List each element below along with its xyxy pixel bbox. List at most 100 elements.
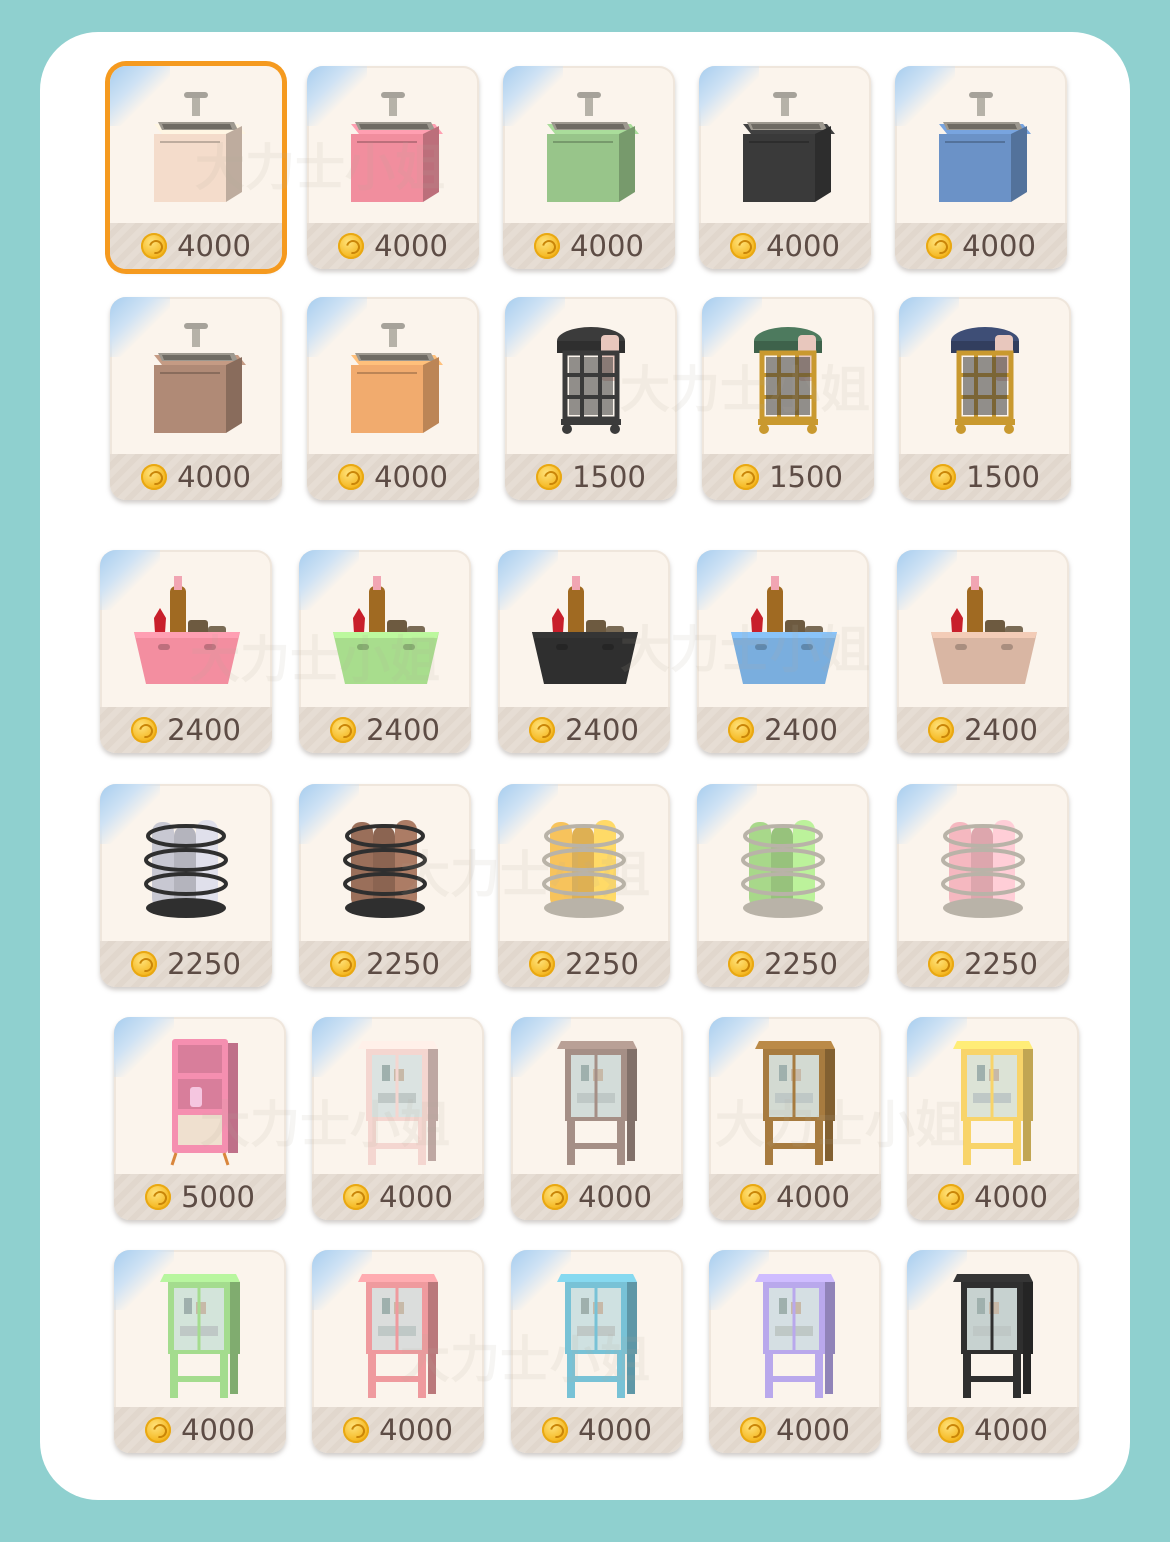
item-price: 2250 bbox=[764, 947, 838, 981]
cabinet-item-icon bbox=[709, 1025, 881, 1175]
item-card[interactable]: 4000 bbox=[907, 1017, 1079, 1220]
price-bar: 4000 bbox=[907, 1174, 1079, 1220]
price-bar: 4000 bbox=[307, 454, 479, 500]
item-card[interactable]: 4000 bbox=[503, 66, 675, 269]
price-bar: 1500 bbox=[505, 454, 677, 500]
sink-item-icon bbox=[110, 305, 282, 455]
price-bar: 4000 bbox=[699, 223, 871, 269]
item-price: 2400 bbox=[764, 713, 838, 747]
hamper-item-icon bbox=[505, 305, 677, 455]
item-card[interactable]: 2400 bbox=[100, 550, 272, 753]
item-card[interactable]: 4000 bbox=[709, 1017, 881, 1220]
item-card[interactable]: 2400 bbox=[299, 550, 471, 753]
item-card[interactable]: 4000 bbox=[511, 1017, 683, 1220]
item-card[interactable]: 2400 bbox=[498, 550, 670, 753]
price-bar: 4000 bbox=[511, 1174, 683, 1220]
item-price: 4000 bbox=[578, 1413, 652, 1447]
item-price: 2250 bbox=[366, 947, 440, 981]
item-card[interactable]: 2400 bbox=[697, 550, 869, 753]
item-card[interactable]: 2250 bbox=[697, 784, 869, 987]
item-price: 4000 bbox=[379, 1413, 453, 1447]
cabinet-item-icon bbox=[511, 1025, 683, 1175]
item-card[interactable]: 2250 bbox=[100, 784, 272, 987]
coin-icon bbox=[529, 717, 556, 743]
item-card[interactable]: 4000 bbox=[114, 1250, 286, 1453]
item-price: 4000 bbox=[379, 1180, 453, 1214]
item-card[interactable]: 2250 bbox=[299, 784, 471, 987]
basket-item-icon bbox=[498, 558, 670, 708]
coin-icon bbox=[926, 233, 953, 259]
item-price: 4000 bbox=[974, 1413, 1048, 1447]
cabinet-item-icon bbox=[907, 1258, 1079, 1408]
item-card[interactable]: 4000 bbox=[312, 1017, 484, 1220]
item-grid: 4000 4000 4000 4000 4000 4000 4000 1500 … bbox=[0, 0, 1170, 1542]
coin-icon bbox=[536, 464, 563, 490]
coin-icon bbox=[728, 717, 755, 743]
price-bar: 2400 bbox=[897, 707, 1069, 753]
sink-item-icon bbox=[307, 305, 479, 455]
item-card[interactable]: 2250 bbox=[498, 784, 670, 987]
price-bar: 2250 bbox=[100, 941, 272, 987]
price-bar: 4000 bbox=[511, 1407, 683, 1453]
basket-item-icon bbox=[697, 558, 869, 708]
item-card[interactable]: 1500 bbox=[702, 297, 874, 500]
price-bar: 2400 bbox=[100, 707, 272, 753]
item-price: 4000 bbox=[962, 229, 1036, 263]
coin-icon bbox=[728, 951, 755, 977]
price-bar: 1500 bbox=[702, 454, 874, 500]
price-bar: 2400 bbox=[697, 707, 869, 753]
price-bar: 4000 bbox=[907, 1407, 1079, 1453]
coin-icon bbox=[938, 1417, 965, 1443]
cabinet-item-icon bbox=[114, 1258, 286, 1408]
item-price: 4000 bbox=[570, 229, 644, 263]
item-card[interactable]: 4000 bbox=[907, 1250, 1079, 1453]
item-card[interactable]: 2400 bbox=[897, 550, 1069, 753]
coin-icon bbox=[131, 717, 158, 743]
sink-item-icon bbox=[503, 74, 675, 224]
price-bar: 2400 bbox=[498, 707, 670, 753]
sink-item-icon bbox=[110, 74, 282, 224]
item-price: 4000 bbox=[974, 1180, 1048, 1214]
coin-icon bbox=[330, 951, 357, 977]
coin-icon bbox=[733, 464, 760, 490]
item-price: 4000 bbox=[578, 1180, 652, 1214]
item-card[interactable]: 4000 bbox=[709, 1250, 881, 1453]
towels-item-icon bbox=[697, 792, 869, 942]
price-bar: 4000 bbox=[895, 223, 1067, 269]
item-card[interactable]: 4000 bbox=[699, 66, 871, 269]
item-card[interactable]: 4000 bbox=[110, 66, 282, 269]
item-card[interactable]: 4000 bbox=[307, 66, 479, 269]
price-bar: 4000 bbox=[312, 1407, 484, 1453]
item-price: 4000 bbox=[374, 229, 448, 263]
item-price: 1500 bbox=[572, 460, 646, 494]
price-bar: 2250 bbox=[897, 941, 1069, 987]
coin-icon bbox=[938, 1184, 965, 1210]
item-card[interactable]: 1500 bbox=[899, 297, 1071, 500]
item-price: 4000 bbox=[776, 1180, 850, 1214]
item-price: 1500 bbox=[769, 460, 843, 494]
item-card[interactable]: 4000 bbox=[312, 1250, 484, 1453]
price-bar: 4000 bbox=[503, 223, 675, 269]
item-card[interactable]: 4000 bbox=[895, 66, 1067, 269]
item-card[interactable]: 4000 bbox=[511, 1250, 683, 1453]
price-bar: 2250 bbox=[498, 941, 670, 987]
price-bar: 4000 bbox=[709, 1407, 881, 1453]
coin-icon bbox=[928, 951, 955, 977]
price-bar: 4000 bbox=[114, 1407, 286, 1453]
basket-item-icon bbox=[100, 558, 272, 708]
cabinet-item-icon bbox=[511, 1258, 683, 1408]
item-price: 4000 bbox=[776, 1413, 850, 1447]
coin-icon bbox=[730, 233, 757, 259]
item-card[interactable]: 2250 bbox=[897, 784, 1069, 987]
item-price: 2400 bbox=[167, 713, 241, 747]
coin-icon bbox=[928, 717, 955, 743]
price-bar: 2250 bbox=[299, 941, 471, 987]
item-card[interactable]: 4000 bbox=[307, 297, 479, 500]
hamper-item-icon bbox=[702, 305, 874, 455]
coin-icon bbox=[930, 464, 957, 490]
price-bar: 4000 bbox=[307, 223, 479, 269]
price-bar: 2250 bbox=[697, 941, 869, 987]
item-card[interactable]: 1500 bbox=[505, 297, 677, 500]
item-card[interactable]: 5000 bbox=[114, 1017, 286, 1220]
item-card[interactable]: 4000 bbox=[110, 297, 282, 500]
